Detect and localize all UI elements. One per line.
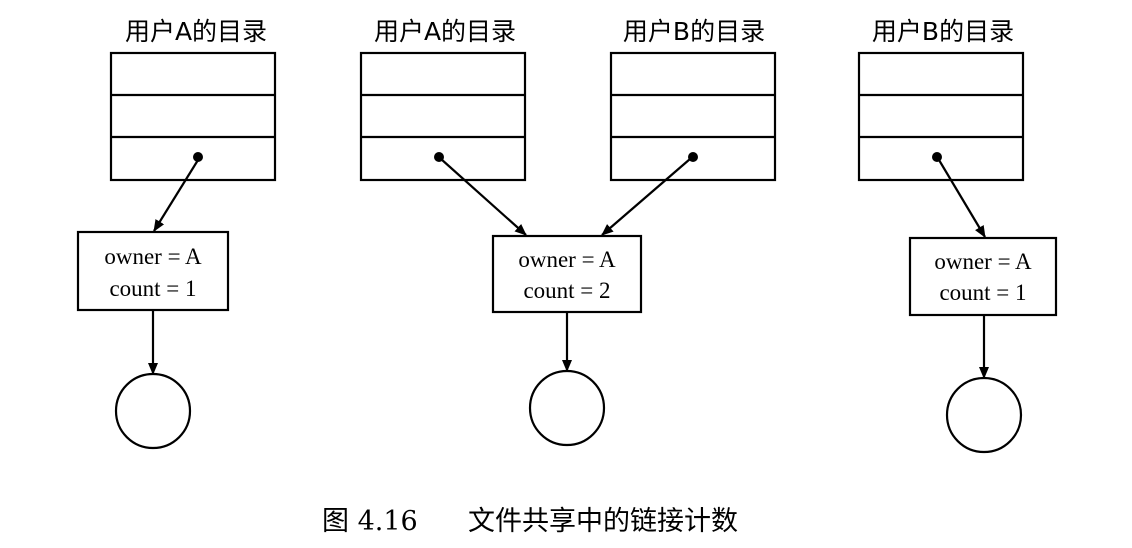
count-label: count = 1 bbox=[109, 276, 196, 301]
inode-box-1: owner = A count = 1 bbox=[76, 230, 230, 312]
owner-label: owner = A bbox=[934, 249, 1032, 274]
pointer-arrow bbox=[153, 159, 199, 232]
inode-box-2: owner = A count = 2 bbox=[491, 234, 643, 314]
pointer-arrow bbox=[938, 159, 986, 238]
caption-text: 文件共享中的链接计数 bbox=[468, 506, 738, 537]
count-label: count = 2 bbox=[523, 278, 610, 303]
directory-b-2: 用户B的目录 bbox=[857, 17, 1025, 182]
directory-b-1: 用户B的目录 bbox=[609, 17, 777, 182]
directory-a-2: 用户A的目录 bbox=[359, 17, 527, 182]
owner-label: owner = A bbox=[104, 244, 202, 269]
count-label: count = 1 bbox=[939, 280, 1026, 305]
directory-table bbox=[857, 51, 1025, 182]
directory-a-1: 用户A的目录 bbox=[109, 17, 277, 182]
directory-title: 用户B的目录 bbox=[623, 17, 765, 46]
figure-number: 图 4.16 bbox=[322, 506, 418, 537]
inode-box-3: owner = A count = 1 bbox=[908, 236, 1058, 317]
directory-title: 用户A的目录 bbox=[374, 17, 516, 46]
file-node-3 bbox=[945, 376, 1023, 454]
link-count-diagram: 用户A的目录 用户A的目录 用户B的目录 用户B的目录 owner = A co… bbox=[76, 17, 1058, 537]
pointer-arrow bbox=[440, 158, 527, 236]
directory-title: 用户B的目录 bbox=[872, 17, 1014, 46]
file-node-1 bbox=[114, 372, 192, 450]
pointer-arrow bbox=[601, 158, 691, 236]
directory-table bbox=[109, 51, 277, 182]
owner-label: owner = A bbox=[518, 247, 616, 272]
directory-title: 用户A的目录 bbox=[125, 17, 267, 46]
file-node-2 bbox=[528, 369, 606, 447]
figure-caption: 图 4.16 文件共享中的链接计数 bbox=[322, 506, 738, 537]
